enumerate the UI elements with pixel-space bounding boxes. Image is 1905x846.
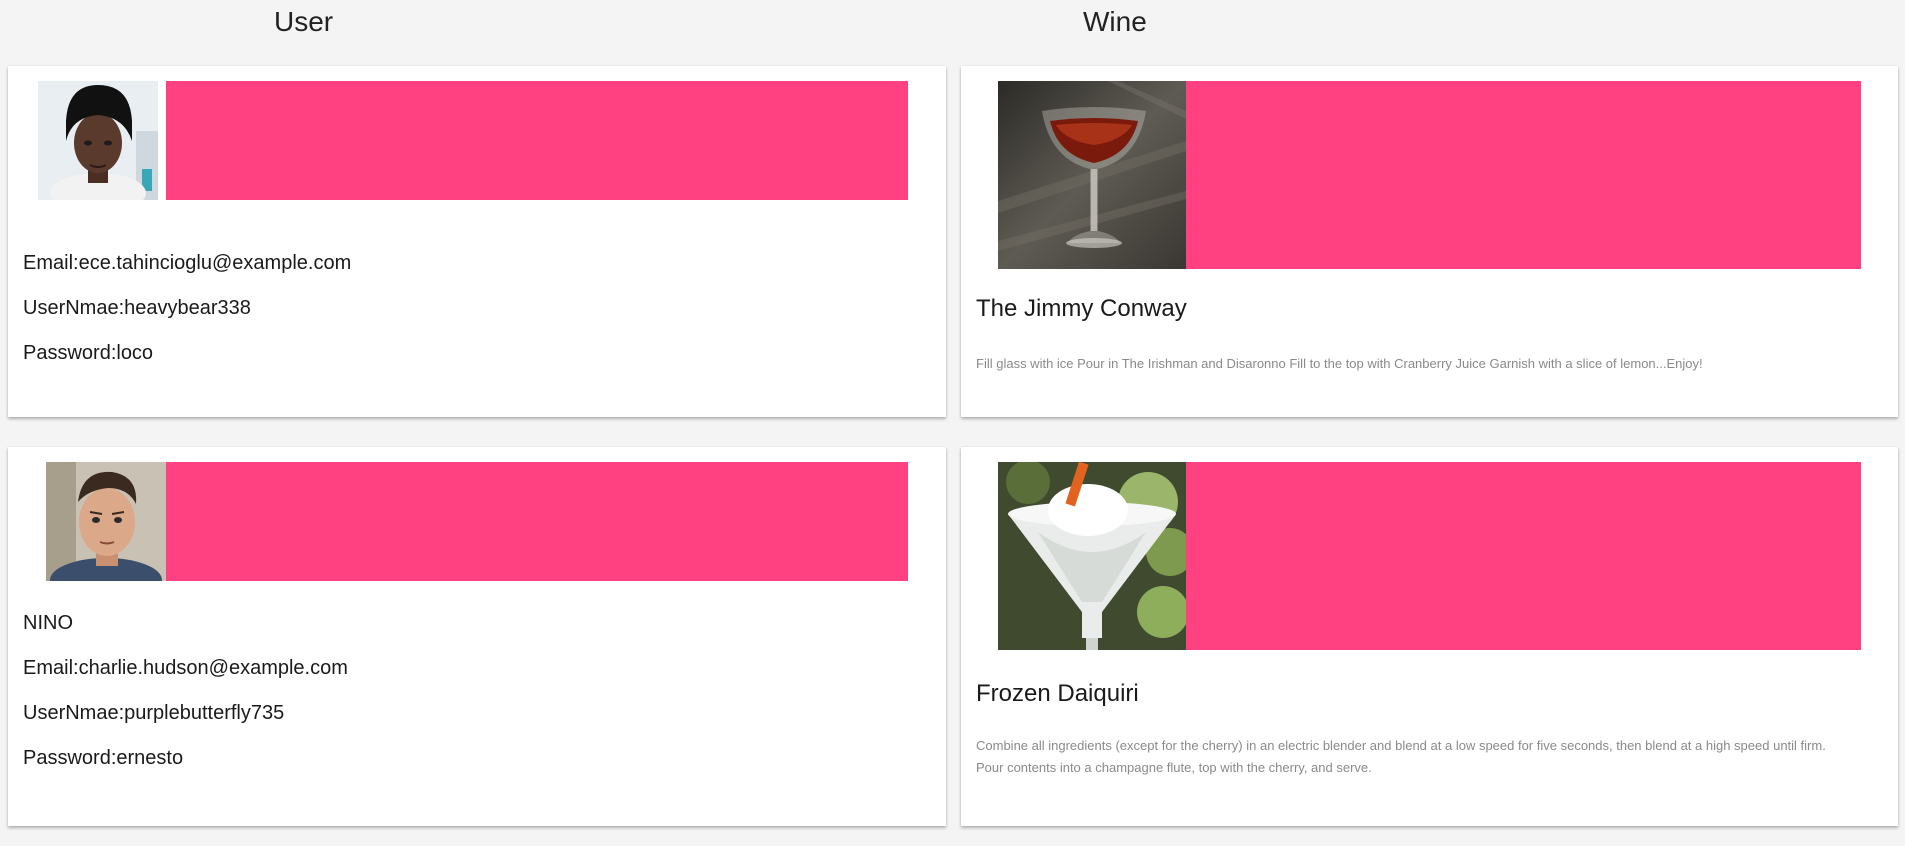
wine-name: The Jimmy Conway (976, 295, 1187, 322)
user-password: Password:ernesto (23, 747, 184, 769)
wine-image (998, 462, 1186, 650)
user-card: Email:ece.tahincioglu@example.com UserNm… (8, 66, 946, 417)
user-avatar (38, 81, 158, 200)
user-email: Email:ece.tahincioglu@example.com (23, 252, 352, 274)
user-banner (166, 462, 908, 581)
wine-column-title: Wine (1083, 6, 1147, 37)
wine-banner (1186, 81, 1861, 269)
woman-portrait-icon (38, 81, 158, 200)
user-username: UserNmae:heavybear338 (23, 297, 251, 319)
user-banner (166, 81, 908, 200)
wine-description: Fill glass with ice Pour in The Irishman… (976, 356, 1703, 371)
user-password: Password:loco (23, 342, 154, 364)
user-username: UserNmae:purplebutterfly735 (23, 702, 285, 724)
user-card: NINO Email:charlie.hudson@example.com Us… (8, 447, 946, 826)
wine-card: The Jimmy Conway Fill glass with ice Pou… (961, 66, 1898, 417)
frozen-cocktail-icon (998, 462, 1186, 650)
wine-banner (1186, 462, 1861, 650)
man-portrait-icon (46, 462, 166, 581)
cocktail-coupe-icon (998, 81, 1186, 269)
wine-image (998, 81, 1186, 269)
wine-description: Combine all ingredients (except for the … (976, 738, 1826, 775)
wine-name: Frozen Daiquiri (976, 680, 1139, 707)
user-email: Email:charlie.hudson@example.com (23, 657, 348, 679)
user-avatar (46, 462, 166, 581)
user-name: NINO (23, 612, 73, 634)
wine-card: Frozen Daiquiri Combine all ingredients … (961, 447, 1898, 826)
user-column-title: User (274, 6, 334, 37)
